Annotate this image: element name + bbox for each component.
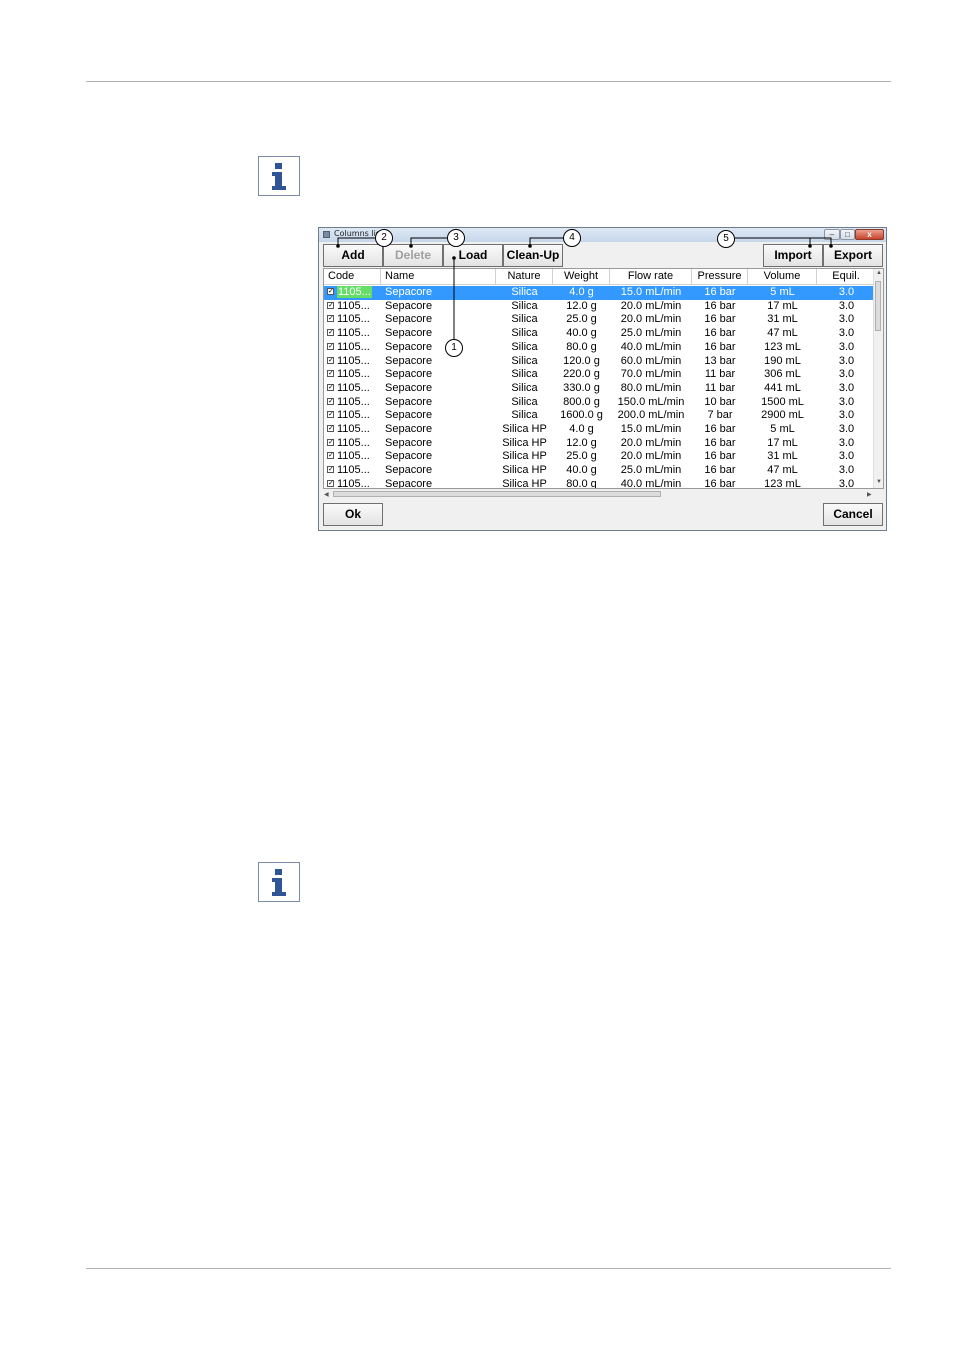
callout-1: 1 bbox=[445, 339, 463, 357]
callout-5: 5 bbox=[717, 230, 735, 248]
callout-2: 2 bbox=[375, 229, 393, 247]
callout-4: 4 bbox=[563, 229, 581, 247]
callout-3: 3 bbox=[447, 229, 465, 247]
callout-leader-lines bbox=[336, 237, 833, 339]
